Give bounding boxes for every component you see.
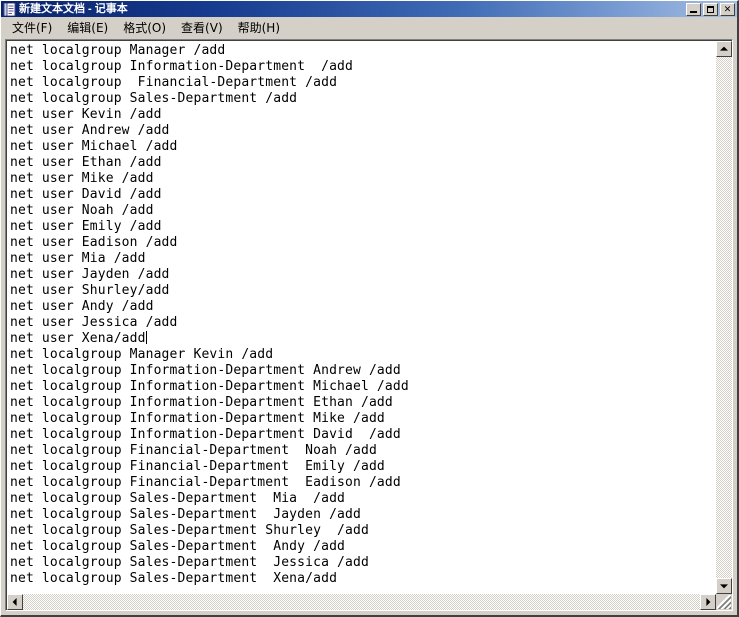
editor-line: net user Jayden /add <box>10 267 170 282</box>
editor-line: net localgroup Financial-Department /add <box>10 75 338 90</box>
editor-line: net user Andrew /add <box>10 123 170 138</box>
editor-line: net localgroup Sales-Department Jayden /… <box>10 507 361 522</box>
editor-line: net localgroup Information-Department Mi… <box>10 379 409 394</box>
editor-line: net localgroup Information-Department Mi… <box>10 411 385 426</box>
title-bar[interactable]: 新建文本文档 - 记事本 ✕ <box>1 1 737 17</box>
chevron-left-icon <box>12 598 17 606</box>
editor-line: net localgroup Manager /add <box>10 43 226 58</box>
window-title: 新建文本文档 - 记事本 <box>19 3 128 15</box>
editor-line: net localgroup Manager Kevin /add <box>10 347 274 362</box>
editor-line: net localgroup Financial-Department Emil… <box>10 459 385 474</box>
minimize-icon <box>690 10 697 13</box>
editor-line: net localgroup Information-Department An… <box>10 363 401 378</box>
editor-line: net localgroup Sales-Department Jessica … <box>10 555 369 570</box>
editor-line: net localgroup Financial-Department Eadi… <box>10 475 401 490</box>
horizontal-scrollbar[interactable] <box>7 594 716 610</box>
close-button[interactable]: ✕ <box>720 2 735 16</box>
editor-line: net user Andy /add <box>10 299 154 314</box>
editor-line: net user Eadison /add <box>10 235 178 250</box>
editor-line: net user Kevin /add <box>10 107 162 122</box>
caption-buttons: ✕ <box>686 2 735 16</box>
text-editor[interactable]: net localgroup Manager /add net localgrou… <box>8 42 715 593</box>
editor-line: net localgroup Information-Department /a… <box>10 59 353 74</box>
editor-line: net user Noah /add <box>10 203 154 218</box>
editor-line: net user Mike /add <box>10 171 154 186</box>
maximize-button[interactable] <box>703 2 718 16</box>
notepad-window: 新建文本文档 - 记事本 ✕ 文件(F) 编辑(E) 格式(O) 查看(V) 帮… <box>0 0 739 617</box>
editor-line: net user Shurley/add <box>10 283 170 298</box>
editor-line: net user Michael /add <box>10 139 178 154</box>
resize-grip[interactable] <box>717 595 731 609</box>
vertical-scrollbar[interactable] <box>716 41 732 594</box>
notepad-icon <box>3 2 16 16</box>
client-area: net localgroup Manager /add net localgrou… <box>5 39 733 611</box>
menu-view[interactable]: 查看(V) <box>174 18 231 38</box>
editor-line: net localgroup Information-Department Et… <box>10 395 393 410</box>
editor-line: net localgroup Sales-Department Shurley … <box>10 523 369 538</box>
scrollbar-corner <box>716 594 732 610</box>
chevron-down-icon <box>720 584 728 589</box>
menu-format[interactable]: 格式(O) <box>116 18 174 38</box>
chevron-right-icon <box>706 598 711 606</box>
editor-line: net user Jessica /add <box>10 315 178 330</box>
editor-line: net user Xena/add <box>10 331 147 346</box>
editor-line: net localgroup Financial-Department Noah… <box>10 443 377 458</box>
scroll-up-button[interactable] <box>716 41 732 57</box>
horizontal-scroll-track[interactable] <box>23 594 700 610</box>
scroll-left-button[interactable] <box>7 594 23 610</box>
maximize-icon <box>707 5 714 13</box>
editor-line: net user Mia /add <box>10 251 146 266</box>
editor-line: net user Emily /add <box>10 219 162 234</box>
scroll-down-button[interactable] <box>716 578 732 594</box>
editor-line: net localgroup Sales-Department /add <box>10 91 298 106</box>
scroll-right-button[interactable] <box>700 594 716 610</box>
menu-edit[interactable]: 编辑(E) <box>60 18 116 38</box>
client-inner: net localgroup Manager /add net localgrou… <box>6 40 732 610</box>
text-caret <box>145 331 147 344</box>
close-icon: ✕ <box>723 3 732 14</box>
editor-line: net localgroup Sales-Department Andy /ad… <box>10 539 346 554</box>
editor-line: net localgroup Information-Department Da… <box>10 427 401 442</box>
chevron-up-icon <box>720 46 728 51</box>
menu-bar: 文件(F) 编辑(E) 格式(O) 查看(V) 帮助(H) <box>1 17 737 39</box>
editor-line: net localgroup Sales-Department Mia /add <box>10 491 346 506</box>
editor-line: net user Ethan /add <box>10 155 162 170</box>
menu-file[interactable]: 文件(F) <box>5 18 60 38</box>
vertical-scroll-track[interactable] <box>716 57 732 578</box>
editor-line: net localgroup Sales-Department Xena/add <box>10 571 338 586</box>
minimize-button[interactable] <box>686 2 701 16</box>
editor-line: net user David /add <box>10 187 162 202</box>
menu-help[interactable]: 帮助(H) <box>231 18 288 38</box>
